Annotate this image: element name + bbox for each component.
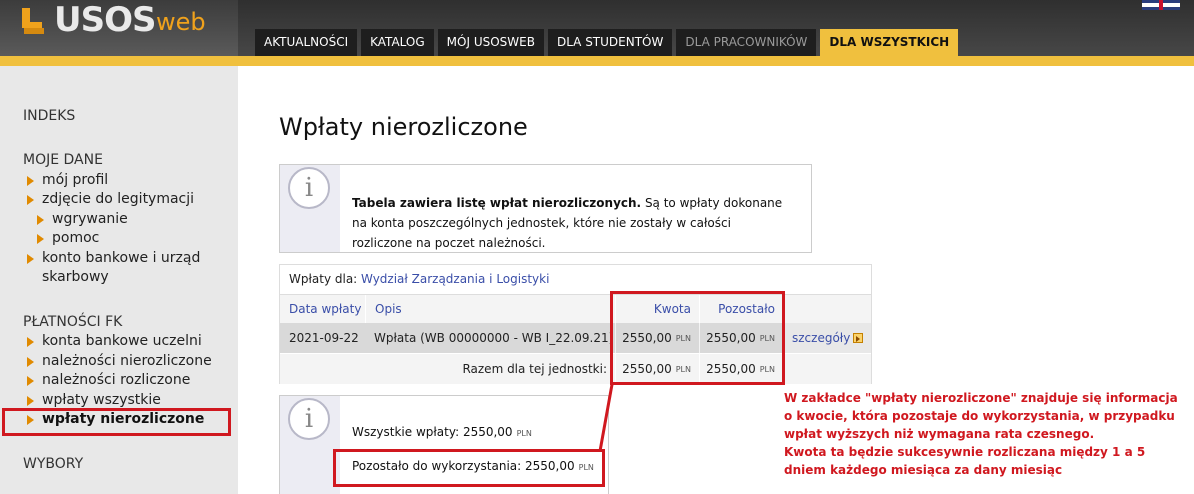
summary-icon-column: i [280, 396, 340, 494]
info-icon-column: i [280, 165, 340, 252]
sidebar-item-konta-uczelni[interactable]: konta bankowe uczelni [27, 332, 202, 351]
col-header-desc[interactable]: Opis [365, 295, 615, 323]
sidebar-item-label: należności rozliczone [42, 372, 191, 388]
sidebar-item-label: należności nierozliczone [42, 353, 212, 369]
annotation-line: o kwocie, która pozostaje do wykorzystan… [784, 409, 1175, 423]
sidebar-heading-indeks[interactable]: INDEKS [23, 108, 75, 124]
tab-moj-usosweb[interactable]: MÓJ USOSWEB [437, 29, 544, 56]
sidebar-item-label: konto bankowe i urząd skarbowy [42, 250, 201, 285]
details-link[interactable]: szczegóły [783, 323, 871, 353]
top-header: USOS web AKTUALNOŚCI KATALOG MÓJ USOSWEB… [0, 0, 1194, 56]
annotation-line: dniem każdego miesiąca za dany miesiąc [784, 463, 1063, 477]
annotation-line: W zakładce "wpłaty nierozliczone" znajdu… [784, 391, 1178, 405]
bullet-arrow-icon [27, 195, 34, 205]
summary-all-payments: Wszystkie wpłaty: 2550,00 PLN [352, 425, 532, 439]
sidebar-item-zdjecie[interactable]: zdjęcie do legitymacji [27, 190, 194, 209]
highlight-amount-columns [610, 291, 785, 385]
col-header-date[interactable]: Data wpłaty [280, 295, 364, 323]
annotation-text: W zakładce "wpłaty nierozliczone" znajdu… [784, 389, 1194, 479]
row-desc: Wpłata (WB 00000000 - WB I_22.09.21) [374, 331, 614, 345]
annotation-line: Kwota ta będzie sukcesywnie rozliczana m… [784, 445, 1146, 459]
bullet-arrow-icon [27, 337, 34, 347]
unit-label-cell: Wpłaty dla: Wydział Zarządzania i Logist… [280, 265, 680, 293]
info-icon: i [288, 167, 330, 209]
sidebar-item-konto-bankowe[interactable]: konto bankowe i urząd skarbowy [27, 249, 212, 287]
bullet-arrow-icon [37, 234, 44, 244]
english-flag-icon[interactable] [1142, 0, 1180, 10]
sidebar-item-label: mój profil [42, 172, 109, 188]
bullet-arrow-icon [37, 215, 44, 225]
sidebar-heading-wybory[interactable]: WYBORY [23, 456, 83, 472]
info-text: Tabela zawiera listę wpłat nierozliczony… [352, 193, 792, 253]
annotation-line: wpłat wyższych niż wymagana rata czesneg… [784, 427, 1095, 441]
unit-prefix: Wpłaty dla: [289, 272, 358, 286]
tab-katalog[interactable]: KATALOG [361, 29, 434, 56]
logo-text-sub: web [156, 8, 206, 36]
table-unit-row: Wpłaty dla: Wydział Zarządzania i Logist… [280, 265, 871, 293]
highlight-sidebar-item [2, 408, 231, 436]
highlight-remaining-summary [333, 449, 605, 487]
logo-text-main: USOS [54, 0, 156, 40]
info-text-bold: Tabela zawiera listę wpłat nierozliczony… [352, 196, 642, 210]
sidebar-heading-moje-dane: MOJE DANE [23, 152, 103, 168]
sidebar-item-label: wgrywanie [52, 211, 128, 227]
bullet-arrow-icon [27, 176, 34, 186]
sidebar-item-label: konta bankowe uczelni [42, 333, 202, 349]
tab-dla-pracownikow[interactable]: DLA PRACOWNIKÓW [676, 29, 817, 56]
tab-aktualnosci[interactable]: AKTUALNOŚCI [255, 29, 358, 56]
page-title: Wpłaty nierozliczone [279, 113, 528, 141]
tab-dla-wszystkich[interactable]: DLA WSZYSTKICH [820, 29, 959, 56]
row-date: 2021-09-22 [289, 331, 359, 345]
sidebar-item-moj-profil[interactable]: mój profil [27, 171, 108, 190]
info-box: i Tabela zawiera listę wpłat nierozliczo… [279, 164, 812, 253]
total-label: Razem dla tej jednostki: [462, 362, 607, 376]
bullet-arrow-icon [27, 376, 34, 386]
sidebar-item-naleznosci-rozliczone[interactable]: należności rozliczone [27, 371, 190, 390]
sidebar-heading-platnosci: PŁATNOŚCI FK [23, 314, 123, 330]
summary-all-value: Wszystkie wpłaty: 2550,00 [352, 425, 513, 439]
bullet-arrow-icon [27, 357, 34, 367]
sidebar-item-naleznosci-nierozliczone[interactable]: należności nierozliczone [27, 352, 212, 371]
logo-stack-icon [22, 8, 44, 34]
bullet-arrow-icon [27, 254, 34, 264]
sidebar-item-label: pomoc [52, 230, 100, 246]
unit-link[interactable]: Wydział Zarządzania i Logistyki [361, 272, 549, 286]
info-icon: i [288, 398, 330, 440]
details-link-label: szczegóły [792, 331, 851, 345]
currency-label: PLN [516, 429, 532, 438]
accent-strip [0, 56, 1194, 66]
usosweb-logo[interactable]: USOS web [0, 0, 238, 56]
sidebar-item-wgrywanie[interactable]: wgrywanie [37, 210, 128, 229]
open-details-icon [853, 333, 864, 343]
main-nav-tabs: AKTUALNOŚCI KATALOG MÓJ USOSWEB DLA STUD… [255, 29, 959, 56]
bullet-arrow-icon [27, 396, 34, 406]
sidebar-item-pomoc[interactable]: pomoc [37, 229, 99, 248]
sidebar-item-label: zdjęcie do legitymacji [42, 191, 195, 207]
tab-dla-studentow[interactable]: DLA STUDENTÓW [547, 29, 673, 56]
